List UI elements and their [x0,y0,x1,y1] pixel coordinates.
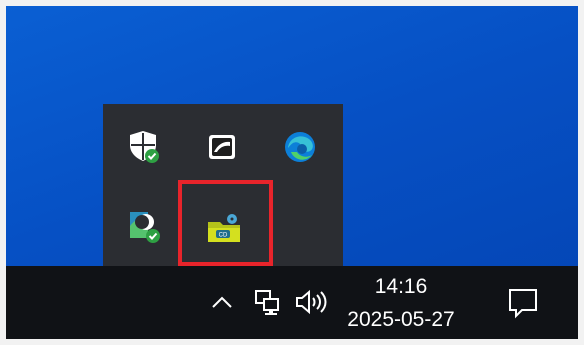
network-icon[interactable] [251,286,285,318]
action-center-icon[interactable] [501,284,545,322]
highlight-box [178,180,273,266]
microsoft-edge-icon[interactable] [279,126,321,168]
volume-icon[interactable] [291,286,331,318]
app-tray-icon[interactable] [201,126,243,168]
clock-time: 14:16 [374,275,428,298]
show-hidden-icons-chevron-icon[interactable] [206,286,238,318]
desktop-background: CD 14:16 2025-05-27 [6,6,578,339]
clock-date: 2025-05-27 [347,308,455,331]
windows-security-icon[interactable] [124,126,166,168]
taskbar-clock[interactable]: 14:16 2025-05-27 [346,274,456,334]
taskbar: 14:16 2025-05-27 [6,266,578,339]
cloud-sync-app-icon[interactable] [124,206,166,248]
